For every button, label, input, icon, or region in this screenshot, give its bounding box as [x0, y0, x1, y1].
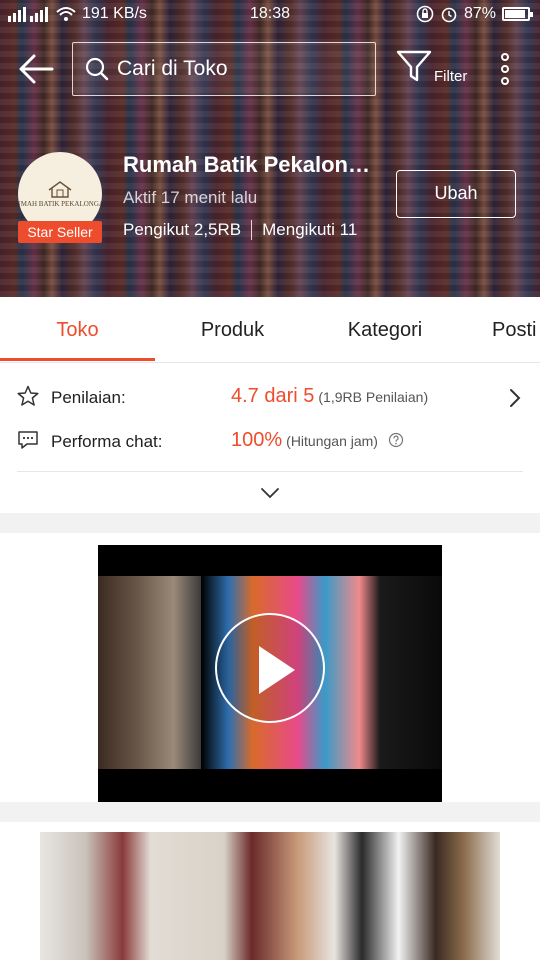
shop-logo-house-icon: [48, 181, 72, 198]
shop-header: 191 KB/s 18:38 87% Cari di Toko Filter U…: [0, 0, 540, 297]
alarm-icon: [441, 7, 457, 23]
more-options-button[interactable]: [496, 52, 514, 86]
star-icon: [17, 385, 39, 406]
follow-divider: [251, 220, 253, 240]
filter-label: Filter: [434, 68, 468, 85]
active-tab-indicator: [0, 358, 155, 361]
chat-performance-value: 100%: [231, 429, 283, 451]
rating-label: Penilaian:: [51, 388, 126, 407]
lock-rotation-icon: [416, 5, 434, 23]
tab-produk[interactable]: Produk: [155, 297, 310, 363]
chevron-down-icon[interactable]: [259, 485, 281, 501]
chat-performance-label: Performa chat:: [51, 432, 163, 451]
section-gap: [0, 802, 540, 822]
followers-count[interactable]: Pengikut 2,5RB: [123, 220, 241, 240]
filter-button[interactable]: Filter: [396, 50, 472, 90]
tab-kategori[interactable]: Kategori: [310, 297, 460, 363]
chat-value-group: 100% (Hitungan jam): [231, 429, 404, 452]
shop-logo-text: RUMAH BATIK PEKALONGAN: [18, 200, 102, 208]
shop-banner-image[interactable]: [40, 832, 500, 960]
back-arrow-icon: [19, 54, 54, 84]
shop-tabs: Toko Produk Kategori Posti: [0, 297, 540, 363]
status-right: 87%: [416, 5, 533, 23]
shop-info: RUMAH BATIK PEKALONGAN Star Seller Rumah…: [0, 150, 540, 250]
rating-value: 4.7 dari 5: [231, 385, 315, 407]
edit-shop-button[interactable]: Ubah: [396, 170, 516, 218]
chat-performance-row: Performa chat: 100% (Hitungan jam): [0, 423, 540, 463]
following-count[interactable]: Mengikuti 11: [262, 220, 357, 240]
status-bar: 191 KB/s 18:38 87%: [0, 0, 540, 28]
shop-follow-stats: Pengikut 2,5RB Mengikuti 11: [123, 220, 357, 240]
star-seller-badge: Star Seller: [18, 221, 102, 243]
rating-row[interactable]: Penilaian: 4.7 dari 5 (1,9RB Penilaian): [0, 379, 540, 419]
help-icon[interactable]: [388, 432, 404, 448]
rating-count: (1,9RB Penilaian): [318, 389, 429, 405]
shop-name: Rumah Batik Pekalon…: [123, 152, 370, 177]
battery-icon: [502, 7, 533, 21]
tab-toko[interactable]: Toko: [0, 297, 155, 363]
back-button[interactable]: [18, 52, 54, 86]
rating-value-group: 4.7 dari 5 (1,9RB Penilaian): [231, 385, 428, 408]
search-placeholder: Cari di Toko: [117, 57, 228, 80]
chat-performance-note: (Hitungan jam): [286, 433, 378, 449]
shop-video[interactable]: [98, 545, 442, 802]
filter-icon: [396, 50, 432, 82]
shop-search-input[interactable]: Cari di Toko: [72, 42, 376, 96]
search-icon: [85, 57, 109, 81]
shop-stats: Penilaian: 4.7 dari 5 (1,9RB Penilaian) P…: [0, 363, 540, 513]
more-vertical-icon: [501, 53, 509, 85]
play-icon[interactable]: [215, 613, 325, 723]
top-bar: Cari di Toko Filter: [0, 42, 540, 96]
stats-divider: [17, 471, 523, 472]
tab-postingan[interactable]: Posti: [492, 297, 540, 363]
chat-icon: [18, 431, 38, 449]
shop-active-status: Aktif 17 menit lalu: [123, 188, 258, 207]
chevron-right-icon: [510, 389, 521, 407]
battery-percent: 87%: [463, 5, 496, 22]
section-gap: [0, 513, 540, 533]
